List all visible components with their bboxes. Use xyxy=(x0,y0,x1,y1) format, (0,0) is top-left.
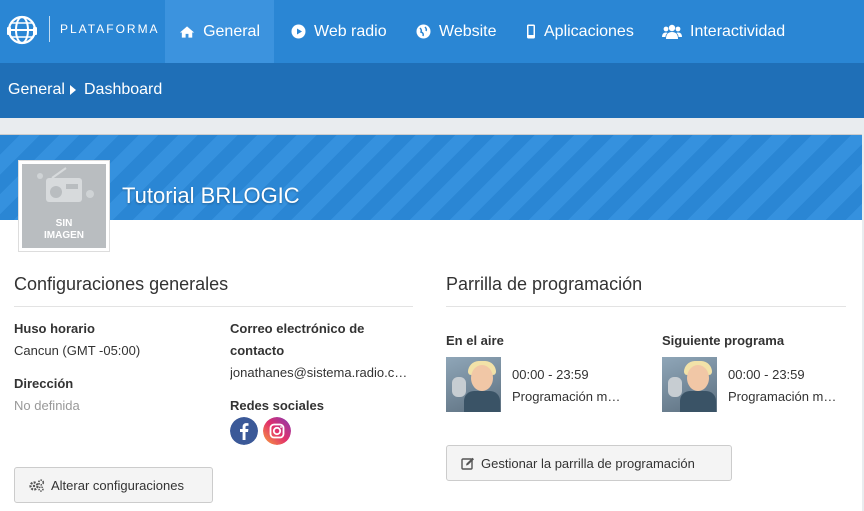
radio-placeholder-icon xyxy=(37,167,94,202)
next-program-name: Programación musical xyxy=(728,389,838,404)
address-value: No definida xyxy=(14,398,80,413)
general-settings-title: Configuraciones generales xyxy=(14,274,229,294)
breadcrumb: General Dashboard xyxy=(0,63,864,118)
tab-aplicaciones[interactable]: Aplicaciones xyxy=(512,0,648,63)
on-air-program: Programación musical xyxy=(512,389,622,404)
tab-web-radio[interactable]: Web radio xyxy=(277,0,401,63)
mobile-icon xyxy=(527,24,535,39)
globe-icon xyxy=(416,24,431,39)
station-image[interactable]: SIN IMAGEN xyxy=(18,160,110,252)
manage-schedule-label: Gestionar la parrilla de programación xyxy=(481,455,695,471)
edit-icon xyxy=(461,457,474,470)
schedule-title: Parrilla de programación xyxy=(446,274,643,294)
dashboard-card: SIN IMAGEN Tutorial BRLOGIC Configuracio… xyxy=(0,134,862,511)
address-label: Dirección xyxy=(14,376,74,391)
logo-divider xyxy=(49,16,50,42)
home-icon xyxy=(179,25,195,38)
facebook-icon[interactable] xyxy=(230,417,258,445)
email-label-line1: Correo electrónico de xyxy=(230,321,365,336)
gears-icon xyxy=(29,478,45,492)
tab-website[interactable]: Website xyxy=(402,0,511,63)
email-value: jonathanes@sistema.radio.com xyxy=(230,365,410,380)
tab-interactividad-label: Interactividad xyxy=(690,22,786,40)
next-program-time: 00:00 - 23:59 xyxy=(728,367,805,382)
tab-aplicaciones-label: Aplicaciones xyxy=(544,22,634,40)
caret-right-icon xyxy=(70,85,76,95)
edit-settings-button[interactable]: Alterar configuraciones xyxy=(14,467,213,503)
breadcrumb-dashboard: Dashboard xyxy=(84,81,163,98)
tab-website-label: Website xyxy=(439,22,497,40)
tab-interactividad[interactable]: Interactividad xyxy=(648,0,799,63)
top-navbar: PLATAFORMA General Web radio Website Apl… xyxy=(0,0,864,63)
on-air-time: 00:00 - 23:59 xyxy=(512,367,589,382)
no-image-text-2: IMAGEN xyxy=(44,230,84,241)
station-name: Tutorial BRLOGIC xyxy=(122,183,300,208)
divider xyxy=(446,306,846,307)
timezone-label: Huso horario xyxy=(14,321,95,336)
timezone-value: Cancun (GMT -05:00) xyxy=(14,343,141,358)
users-icon xyxy=(662,24,682,39)
manage-schedule-button[interactable]: Gestionar la parrilla de programación xyxy=(446,445,732,481)
divider xyxy=(14,306,413,307)
next-program-image xyxy=(662,357,717,412)
tab-web-radio-label: Web radio xyxy=(314,22,387,40)
no-image-text-1: SIN xyxy=(55,218,73,229)
edit-settings-label: Alterar configuraciones xyxy=(51,477,184,493)
tab-general[interactable]: General xyxy=(165,0,274,63)
breadcrumb-general[interactable]: General xyxy=(8,81,65,99)
instagram-icon[interactable] xyxy=(263,417,291,445)
social-label: Redes sociales xyxy=(230,398,324,413)
email-label-line2: contacto xyxy=(230,343,285,358)
tab-general-label: General xyxy=(203,22,260,40)
globe-logo-icon xyxy=(7,15,37,45)
on-air-program-image xyxy=(446,357,501,412)
logo[interactable]: PLATAFORMA xyxy=(6,12,158,48)
on-air-label: En el aire xyxy=(446,333,504,348)
play-circle-icon xyxy=(291,24,306,39)
next-program-label: Siguiente programa xyxy=(662,333,785,348)
brand-name: PLATAFORMA xyxy=(60,22,160,36)
